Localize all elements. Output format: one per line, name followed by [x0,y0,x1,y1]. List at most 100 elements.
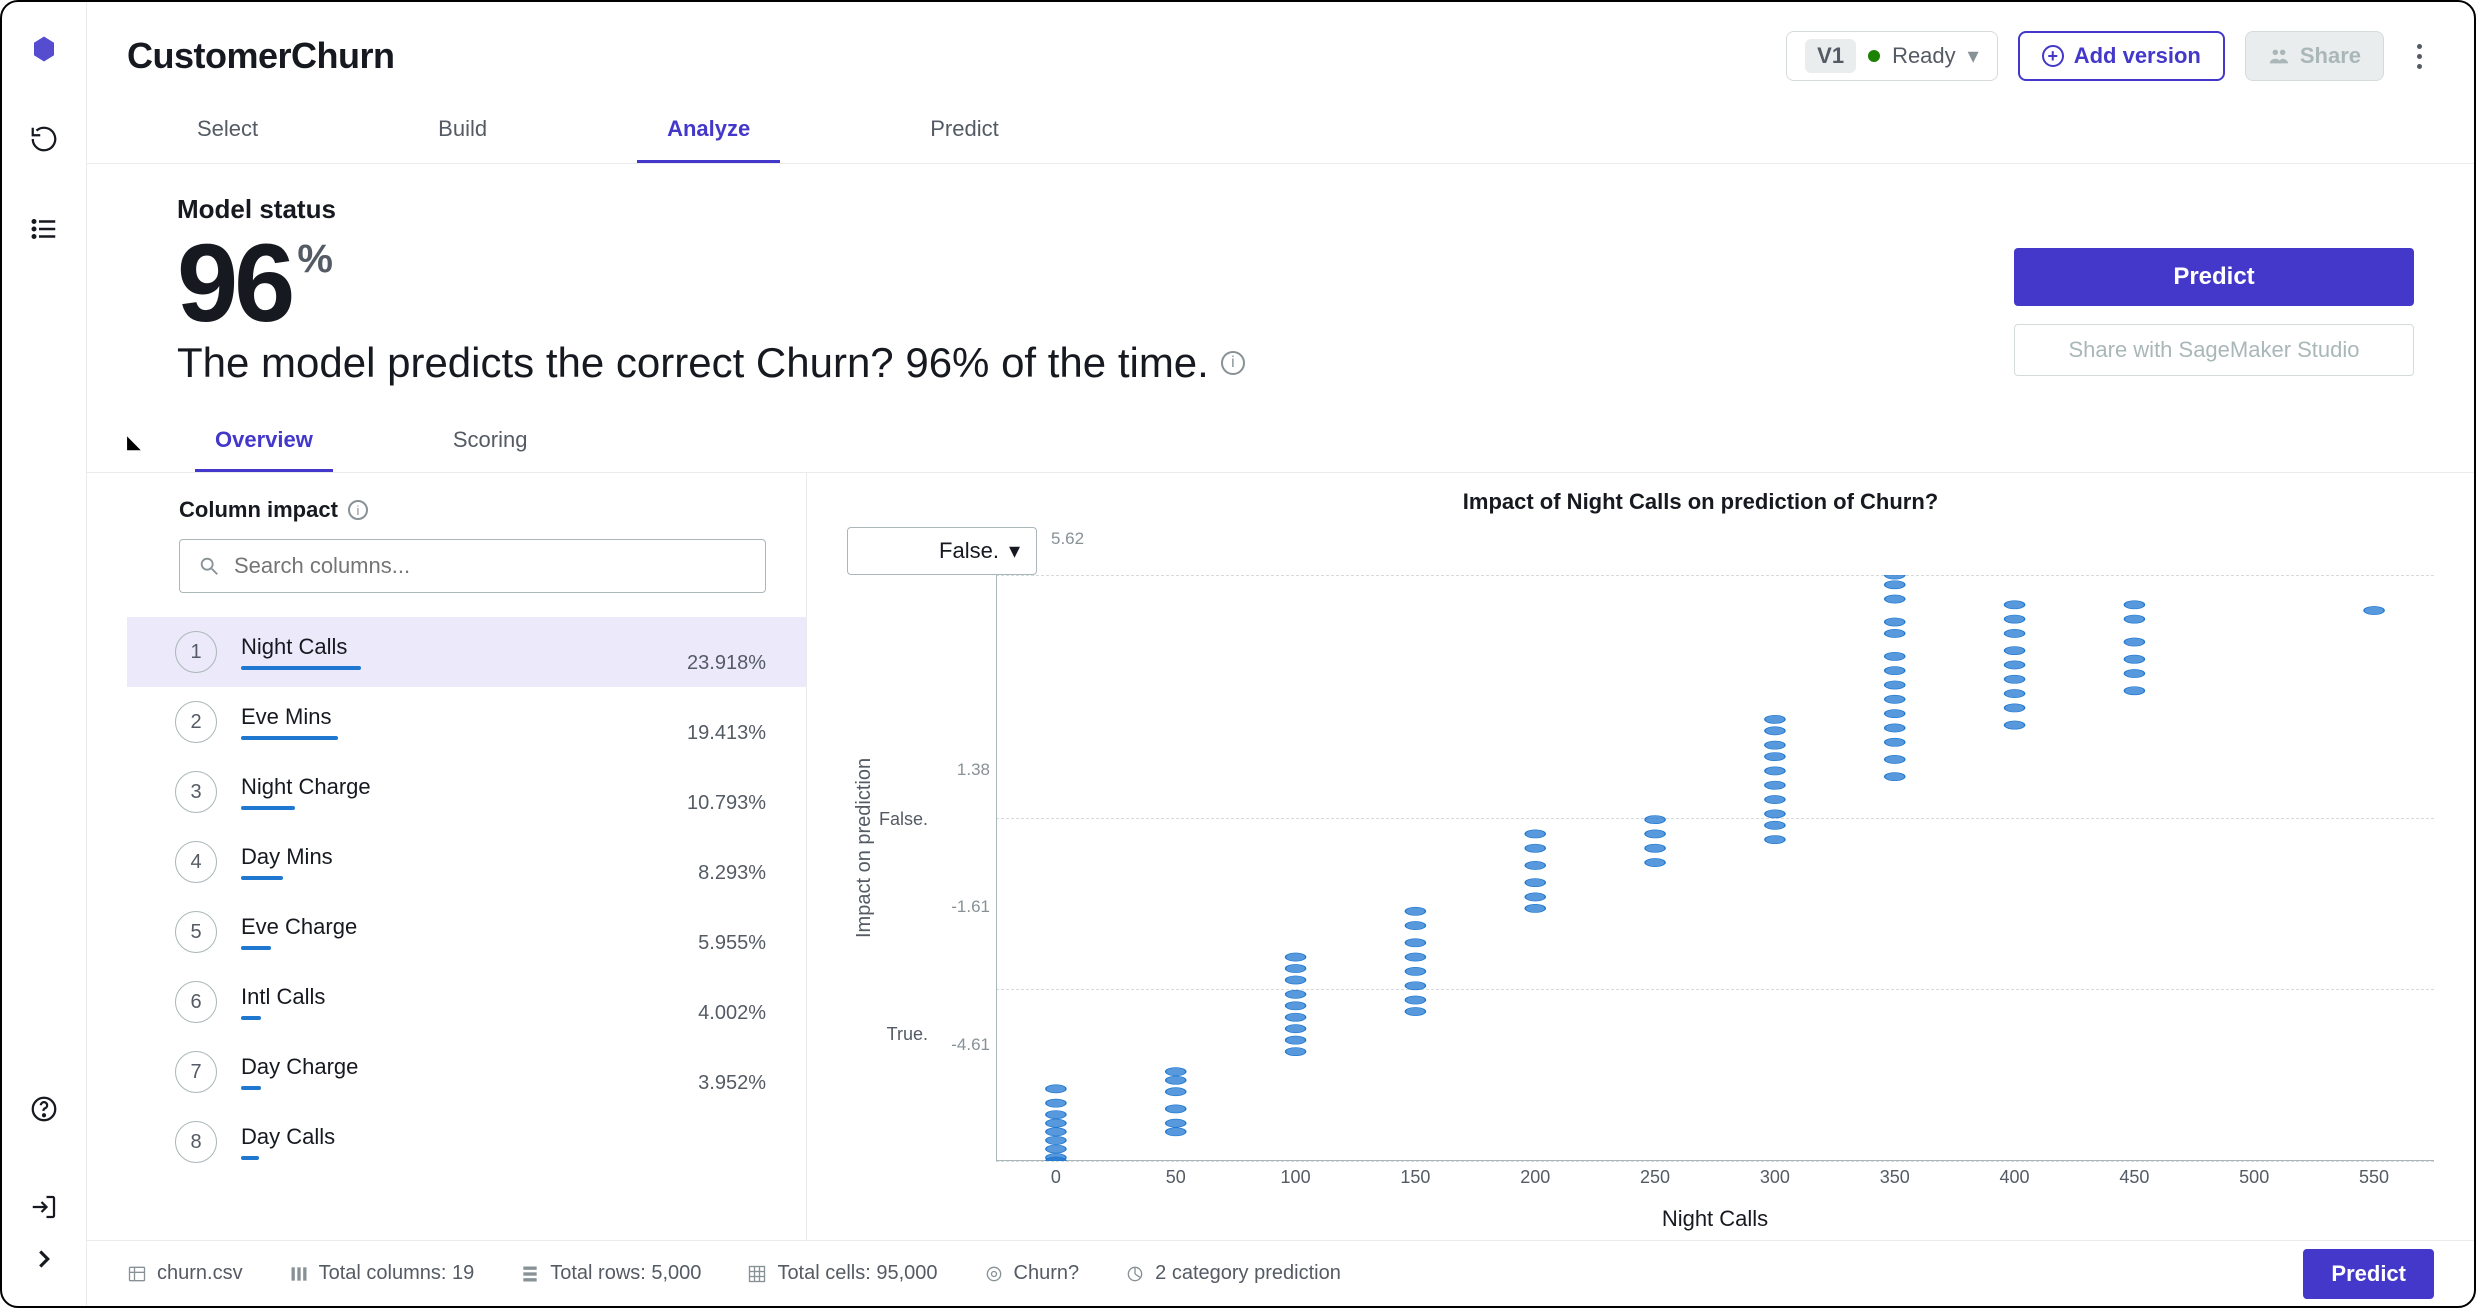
impact-name: Eve Charge [241,914,766,940]
x-tick: 400 [1955,1161,2075,1188]
impact-row[interactable]: 6 Intl Calls4.002% [127,967,806,1037]
refresh-icon[interactable] [25,120,63,158]
impact-percent: 3.952% [698,1072,766,1095]
x-tick: 250 [1595,1161,1715,1188]
impact-row[interactable]: 2Eve Mins19.413% [127,687,806,757]
impact-row[interactable]: 4 Day Mins8.293% [127,827,806,897]
tab-predict[interactable]: Predict [900,98,1028,163]
impact-name: Day Charge [241,1054,766,1080]
x-ticks: 050100150200250300350400450500550 [996,1161,2434,1188]
subtab-overview[interactable]: Overview [195,415,333,472]
x-tick: 350 [1835,1161,1955,1188]
tab-analyze[interactable]: Analyze [637,98,780,163]
expand-rail-icon[interactable] [25,1240,63,1278]
impact-name: Day Mins [241,844,766,870]
rank-badge: 4 [175,841,217,883]
rank-badge: 8 [175,1121,217,1163]
percent-symbol: % [297,237,333,282]
x-tick: 200 [1475,1161,1595,1188]
impact-bar [241,666,361,670]
impact-name: Day Calls [241,1124,766,1150]
impact-row[interactable]: 7 Day Charge3.952% [127,1037,806,1107]
search-field[interactable] [234,553,747,579]
x-tick: 100 [1236,1161,1356,1188]
add-version-button[interactable]: + Add version [2018,31,2225,81]
impact-row[interactable]: 8 Day Calls [127,1107,806,1177]
rows-icon [520,1264,540,1284]
accuracy-sentence: The model predicts the correct Churn? 96… [177,339,1209,387]
impact-name: Intl Calls [241,984,766,1010]
impact-percent: 19.413% [687,722,766,745]
share-sagemaker-button: Share with SageMaker Studio [2014,324,2414,376]
impact-row[interactable]: 1Night Calls23.918% [127,617,806,687]
x-tick: 450 [2074,1161,2194,1188]
x-tick: 500 [2194,1161,2314,1188]
version-status-pill[interactable]: V1 Ready ▾ [1786,31,1998,81]
main: CustomerChurn V1 Ready ▾ + Add version S… [87,2,2474,1306]
search-icon [198,555,220,577]
chevron-down-icon: ▾ [1009,538,1020,564]
status-label: Ready [1892,43,1956,69]
x-tick: 150 [1355,1161,1475,1188]
total-cells: Total cells: 95,000 [747,1262,937,1285]
prediction-type: 2 category prediction [1125,1262,1341,1285]
primary-tabs: Select Build Analyze Predict [87,98,2474,164]
header-actions: V1 Ready ▾ + Add version Share [1786,31,2434,81]
impact-row[interactable]: 3Night Charge10.793% [127,757,806,827]
list-icon[interactable] [25,210,63,248]
logo-icon[interactable] [25,30,63,68]
accuracy-value: 96 [177,229,291,339]
impact-percent: 5.955% [698,932,766,955]
file-indicator[interactable]: churn.csv [127,1262,243,1285]
y-ticks: 1.38-1.61-4.61 [934,575,996,1045]
status-dot-icon [1868,50,1880,62]
impact-list: 1Night Calls23.918%2Eve Mins19.413%3Nigh… [127,617,806,1240]
info-icon[interactable]: i [1221,351,1245,375]
help-icon[interactable] [25,1090,63,1128]
add-version-label: Add version [2074,43,2201,69]
rank-badge: 6 [175,981,217,1023]
predict-button[interactable]: Predict [2014,248,2414,306]
false-label: False. [879,769,928,830]
x-tick: 0 [996,1161,1116,1188]
analysis-subtabs: Overview Scoring [87,387,2474,473]
y-tick: -1.61 [951,897,990,917]
rank-badge: 2 [175,701,217,743]
header: CustomerChurn V1 Ready ▾ + Add version S… [87,2,2474,90]
rank-badge: 1 [175,631,217,673]
true-label: True. [887,1024,928,1045]
exit-icon[interactable] [25,1188,63,1226]
x-tick: 50 [1116,1161,1236,1188]
impact-bar [241,1016,261,1020]
target-column: Churn? [984,1262,1080,1285]
class-filter-value: False. [939,538,999,564]
plus-icon: + [2042,45,2064,67]
y-tick: 1.38 [957,760,990,780]
chart-panel: Impact of Night Calls on prediction of C… [807,473,2474,1240]
impact-percent: 8.293% [698,862,766,885]
impact-bar [241,946,271,950]
columns-icon [289,1264,309,1284]
category-icon [1125,1264,1145,1284]
scatter-plot[interactable] [996,575,2434,1161]
impact-bar [241,1156,259,1160]
impact-percent: 10.793% [687,792,766,815]
search-columns-input[interactable] [179,539,766,593]
total-columns: Total columns: 19 [289,1262,475,1285]
info-icon[interactable]: i [348,500,368,520]
more-menu-button[interactable] [2404,36,2434,77]
rank-badge: 7 [175,1051,217,1093]
tab-select[interactable]: Select [167,98,288,163]
chart-title: Impact of Night Calls on prediction of C… [847,489,2434,515]
impact-percent: 4.002% [698,1002,766,1025]
tab-build[interactable]: Build [408,98,517,163]
page-title: CustomerChurn [127,35,395,77]
impact-percent: 23.918% [687,652,766,675]
footer-predict-button[interactable]: Predict [2303,1249,2434,1299]
x-axis-label: Night Calls [996,1188,2434,1240]
cursor-icon: ◣ [127,432,141,453]
impact-row[interactable]: 5Eve Charge5.955% [127,897,806,967]
subtab-scoring[interactable]: Scoring [433,415,548,472]
rank-badge: 3 [175,771,217,813]
x-tick: 550 [2314,1161,2434,1188]
